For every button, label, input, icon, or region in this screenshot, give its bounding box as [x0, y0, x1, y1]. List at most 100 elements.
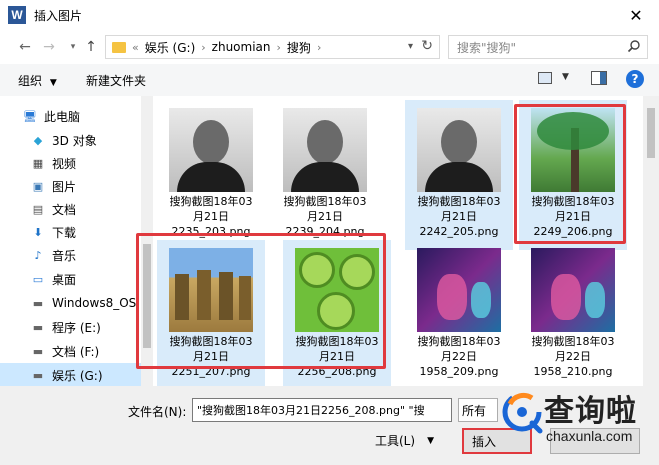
drive-icon: ▬	[32, 368, 44, 382]
breadcrumb-sougou[interactable]: 搜狗	[287, 39, 311, 56]
sidebar-item-label: 程序 (E:)	[52, 320, 101, 335]
sidebar-item-label: Windows8_OS	[52, 296, 137, 310]
file-name-line: 搜狗截图18年03	[169, 195, 253, 208]
sidebar-item-label: 文档 (F:)	[52, 344, 100, 359]
portrait-photo-thumbnail	[283, 108, 367, 192]
file-name-line: 月21日	[307, 210, 343, 223]
close-button[interactable]: ✕	[613, 0, 659, 30]
file-tile[interactable]: 搜狗截图18年03 月22日 1958_209.png	[405, 240, 513, 386]
folder-icon	[112, 41, 126, 53]
portrait-photo-thumbnail	[417, 108, 501, 192]
chevron-right-icon[interactable]: ›	[277, 41, 281, 54]
chevron-down-icon: ▼	[427, 435, 434, 446]
filename-label: 文件名(N):	[128, 405, 187, 419]
sidebar-item[interactable]: ◆ 3D 对象	[0, 128, 145, 152]
command-bar: 组织 ▼ 新建文件夹 ▼ ?	[0, 64, 659, 96]
file-name-label: 搜狗截图18年03 月22日 1958_209.png	[405, 334, 513, 379]
desktop-icon: ▭	[32, 272, 44, 286]
arrow-right-icon: →	[43, 39, 55, 55]
sidebar-item[interactable]: ▬ Windows8_OS	[0, 291, 145, 315]
watermark-brand: 查询啦	[544, 394, 637, 429]
sidebar-item[interactable]: ♪ 音乐	[0, 243, 145, 267]
download-icon: ⬇	[33, 225, 43, 239]
sidebar-item[interactable]: ▣ 图片	[0, 174, 145, 198]
title-bar: W 插入图片 ✕	[0, 0, 659, 30]
breadcrumb-drive[interactable]: 娱乐 (G:)	[145, 39, 196, 56]
organize-button[interactable]: 组织 ▼	[18, 72, 57, 89]
magnifier-logo-icon	[502, 392, 543, 434]
refresh-icon[interactable]: ↻	[421, 38, 433, 54]
highlight-box-206	[514, 104, 626, 244]
arrow-left-icon: ←	[19, 39, 31, 55]
help-icon[interactable]: ?	[626, 70, 644, 88]
sidebar-item-label: 文档	[52, 202, 77, 217]
preview-pane-icon[interactable]	[591, 71, 607, 85]
file-type-select[interactable]: 所有	[458, 398, 498, 422]
cube-icon: ◆	[33, 133, 43, 147]
word-app-icon: W	[8, 6, 26, 24]
file-tile[interactable]: 搜狗截图18年03 月21日 2242_205.png	[405, 100, 513, 250]
file-name-line: 搜狗截图18年03	[531, 335, 615, 348]
sidebar-item-label: 视频	[52, 156, 77, 171]
organize-label: 组织	[18, 74, 43, 88]
breadcrumb-zhuomian[interactable]: zhuomian	[212, 40, 271, 54]
chevron-down-icon: ▼	[49, 78, 57, 88]
search-input[interactable]: 搜索"搜狗"	[448, 35, 648, 59]
portrait-photo-thumbnail	[169, 108, 253, 192]
sidebar-item-label: 娱乐 (G:)	[52, 368, 103, 383]
drive-icon: ▬	[32, 344, 44, 358]
file-name-line: 1958_209.png	[419, 365, 499, 378]
video-icon: ▦	[32, 156, 44, 170]
file-name-line: 1958_210.png	[533, 365, 613, 378]
address-row: ← → ▾ ↑ « 娱乐 (G:) › zhuomian › 搜狗 › ▾ ↻ …	[0, 30, 659, 64]
window-title: 插入图片	[34, 8, 83, 23]
sidebar-item-label: 下载	[52, 225, 77, 240]
sidebar-item[interactable]: 🖥 此电脑	[0, 104, 145, 128]
content-scrollbar[interactable]	[643, 96, 659, 386]
chevron-right-icon[interactable]: ›	[317, 41, 321, 54]
sidebar-item-label: 图片	[52, 179, 77, 194]
watermark: 查询啦 chaxunla.com	[498, 386, 648, 450]
game-screenshot-thumbnail	[417, 248, 501, 332]
file-name-line: 搜狗截图18年03	[417, 195, 501, 208]
filename-input[interactable]: "搜狗截图18年03月21日2256_208.png" "搜	[192, 398, 452, 422]
sidebar-item-label: 此电脑	[44, 109, 81, 124]
file-name-line: 月21日	[193, 210, 229, 223]
address-dropdown-icon[interactable]: ▾	[408, 41, 413, 52]
sidebar-item[interactable]: ⬇ 下载	[0, 220, 145, 244]
tools-button[interactable]: 工具(L) ▼	[375, 432, 434, 449]
sidebar-item[interactable]: ▤ 文档	[0, 197, 145, 221]
breadcrumb-overflow[interactable]: «	[132, 41, 139, 54]
view-dropdown-icon[interactable]: ▼	[562, 72, 569, 82]
sidebar-item[interactable]: ▬ 文档 (F:)	[0, 339, 145, 363]
sidebar-item[interactable]: ▦ 视频	[0, 151, 145, 175]
address-bar[interactable]: « 娱乐 (G:) › zhuomian › 搜狗 › ▾ ↻	[105, 35, 440, 59]
arrow-up-icon: ↑	[85, 39, 97, 55]
chevron-right-icon[interactable]: ›	[201, 41, 205, 54]
sidebar-item[interactable]: ▬ 娱乐 (G:)	[0, 363, 145, 387]
sidebar-item-label: 桌面	[52, 272, 77, 287]
file-name-line: 搜狗截图18年03	[283, 195, 367, 208]
file-name-label: 搜狗截图18年03 月22日 1958_210.png	[519, 334, 627, 379]
computer-icon: 🖥	[23, 109, 37, 123]
view-options-icon[interactable]	[538, 72, 552, 84]
picture-icon: ▣	[32, 179, 44, 193]
up-button[interactable]: ↑	[80, 36, 102, 58]
back-button[interactable]: ←	[14, 36, 36, 58]
file-name-line: 2242_205.png	[419, 225, 499, 238]
content-scroll-thumb[interactable]	[647, 108, 655, 158]
file-name-line: 搜狗截图18年03	[417, 335, 501, 348]
file-tile[interactable]: 搜狗截图18年03 月21日 2239_204.png	[271, 100, 379, 250]
new-folder-button[interactable]: 新建文件夹	[86, 72, 146, 89]
file-name-line: 月22日	[441, 350, 477, 363]
sidebar-item[interactable]: ▭ 桌面	[0, 267, 145, 291]
sidebar-item[interactable]: ▬ 程序 (E:)	[0, 315, 145, 339]
document-icon: ▤	[32, 202, 44, 216]
music-icon: ♪	[34, 248, 42, 262]
file-name-line: 月22日	[555, 350, 591, 363]
close-icon: ✕	[629, 5, 643, 25]
search-placeholder: 搜索"搜狗"	[457, 40, 517, 55]
forward-button[interactable]: →	[38, 36, 60, 58]
file-tile[interactable]: 搜狗截图18年03 月22日 1958_210.png	[519, 240, 627, 386]
file-tile[interactable]: 搜狗截图18年03 月21日 2235_203.png	[157, 100, 265, 250]
